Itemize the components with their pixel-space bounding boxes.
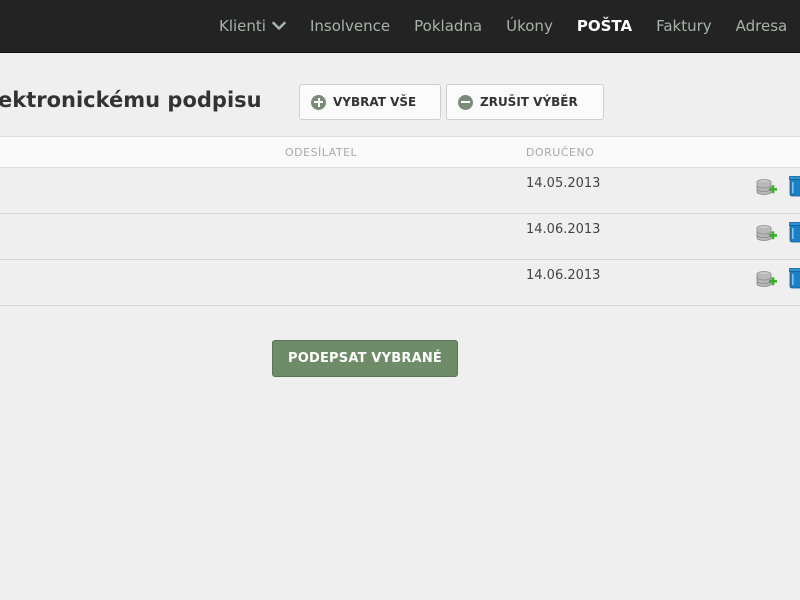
minus-circle-icon	[458, 94, 473, 110]
nav-item-adresar[interactable]: Adresa	[736, 17, 788, 35]
database-add-icon[interactable]	[756, 270, 778, 290]
table-row[interactable]: 14.05.2013	[0, 168, 800, 214]
nav-item-faktury[interactable]: Faktury	[656, 17, 712, 35]
table-row[interactable]: 14.06.2013	[0, 214, 800, 260]
plus-circle-icon	[311, 94, 326, 110]
nav-item-insolvence[interactable]: Insolvence	[310, 17, 390, 35]
table-row[interactable]: 14.06.2013	[0, 260, 800, 306]
select-all-label: VYBRAT VŠE	[333, 95, 417, 109]
sign-selected-button[interactable]: PODEPSAT VYBRANÉ	[272, 340, 458, 377]
nav-item-label: Klienti	[219, 17, 266, 35]
trash-bin-icon[interactable]	[788, 221, 800, 243]
page-title: ektronickému podpisu	[0, 88, 262, 112]
delivered-date: 14.06.2013	[526, 222, 601, 237]
main-nav: Klienti Insolvence Pokladna Úkony POŠTA …	[219, 0, 800, 52]
nav-item-label: Faktury	[656, 17, 712, 35]
delivered-date: 14.06.2013	[526, 268, 601, 283]
nav-item-posta[interactable]: POŠTA	[577, 17, 632, 35]
deselect-all-button[interactable]: ZRUŠIT VÝBĚR	[446, 84, 604, 120]
sign-selected-label: PODEPSAT VYBRANÉ	[287, 351, 442, 366]
column-header-delivered[interactable]: DORUČENO	[526, 146, 594, 159]
deselect-label: ZRUŠIT VÝBĚR	[480, 95, 578, 109]
nav-item-klienti[interactable]: Klienti	[219, 17, 286, 35]
database-add-icon[interactable]	[756, 224, 778, 244]
nav-item-label: Adresa	[735, 17, 788, 35]
nav-item-label: Úkony	[506, 17, 553, 35]
trash-bin-icon[interactable]	[788, 267, 800, 289]
chevron-down-icon	[272, 21, 286, 31]
database-add-icon[interactable]	[756, 178, 778, 198]
nav-item-ukony[interactable]: Úkony	[506, 17, 553, 35]
mail-table: ODESÍLATEL DORUČENO 14.05.2013 14.06.201…	[0, 136, 800, 306]
select-all-button[interactable]: VYBRAT VŠE	[299, 84, 441, 120]
column-header-sender[interactable]: ODESÍLATEL	[285, 146, 357, 159]
nav-item-label: POŠTA	[576, 17, 633, 35]
table-header: ODESÍLATEL DORUČENO	[0, 136, 800, 168]
delivered-date: 14.05.2013	[526, 176, 601, 191]
nav-item-pokladna[interactable]: Pokladna	[414, 17, 482, 35]
trash-bin-icon[interactable]	[788, 175, 800, 197]
nav-item-label: Insolvence	[309, 17, 391, 35]
nav-item-label: Pokladna	[414, 17, 483, 35]
top-navigation-bar: Klienti Insolvence Pokladna Úkony POŠTA …	[0, 0, 800, 53]
